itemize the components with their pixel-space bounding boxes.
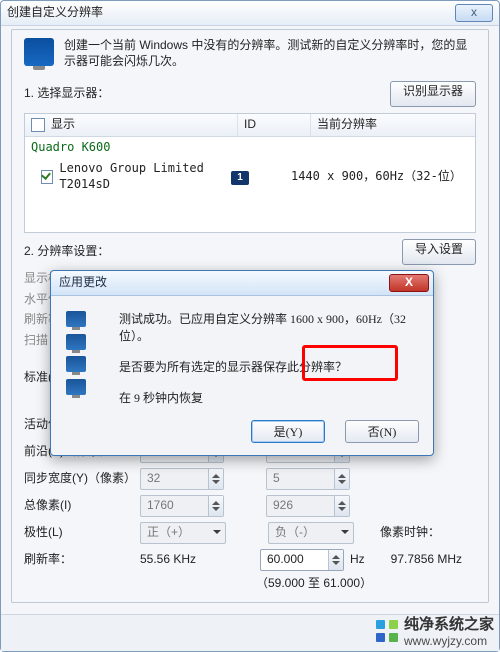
refresh2-label: 刷新率： [24,552,134,568]
refresh-range: （59.000 至 61.000） [256,576,372,592]
watermark: 纯净系统之家 www.wyjzy.com [376,613,494,648]
row-checkbox[interactable] [41,170,53,184]
monitor-id-badge: 1 [231,171,249,185]
sync-v-stepper[interactable]: 5 [266,468,350,490]
watermark-url: www.wyjzy.com [404,634,494,648]
hz-unit: Hz [350,552,365,568]
watermark-name: 纯净系统之家 [404,613,494,634]
window-title: 创建自定义分辨率 [7,5,455,21]
section2-header: 2. 分辨率设置： 导入设置 [24,239,476,265]
sync-h-stepper[interactable]: 32 [140,468,224,490]
dialog-close-icon[interactable]: X [389,274,429,292]
dialog-line1: 测试成功。已应用自定义分辨率 1600 x 900，60Hz（32 位）。 [119,310,419,344]
display-table: 显示 ID 当前分辨率 Quadro K600 Lenovo Group Lim… [24,113,476,233]
col-res: 当前分辨率 [311,114,475,136]
dialog-countdown: 在 9 秒钟内恢复 [119,389,419,406]
no-button[interactable]: 否(N) [345,420,419,443]
polarity-v-select[interactable]: 负（-） [268,522,354,544]
total-h-stepper[interactable]: 1760 [140,495,224,517]
header-checkbox[interactable] [31,118,45,132]
col-id: ID [238,114,311,136]
table-header: 显示 ID 当前分辨率 [25,114,475,137]
dialog-title: 应用更改 [59,275,389,291]
apply-changes-dialog: 应用更改 X 测试成功。已应用自定义分辨率 1600 x 900，60Hz（32… [50,270,434,456]
total-label: 总像素(I) [24,498,134,514]
intro-block: 创建一个当前 Windows 中没有的分辨率。测试新的自定义分辨率时，您的显示器… [24,38,476,69]
watermark-logo-icon [376,620,398,642]
monitor-name: Lenovo Group Limited T2014sD [59,161,231,192]
polarity-h-select[interactable]: 正（+） [140,522,226,544]
section1-label: 1. 选择显示器： [24,86,109,102]
import-settings-button[interactable]: 导入设置 [402,239,476,265]
dialog-line2: 是否要为所有选定的显示器保存此分辨率？ [119,358,419,375]
polarity-label: 极性(L) [24,525,134,541]
refresh-v-stepper[interactable]: 60.000 [260,549,344,571]
col-display: 显示 [51,117,75,131]
table-row[interactable]: Lenovo Group Limited T2014sD 1 1440 x 90… [25,158,475,195]
close-icon[interactable]: x [455,4,493,22]
identify-display-button[interactable]: 识别显示器 [390,81,476,107]
pixel-clock-value: 97.7856 MHz [391,552,462,568]
device-row: Quadro K600 [25,137,475,159]
intro-text: 创建一个当前 Windows 中没有的分辨率。测试新的自定义分辨率时，您的显示器… [64,38,476,69]
monitor-resolution: 1440 x 900，60Hz（32-位） [291,169,469,185]
monitor-icon [24,38,54,66]
titlebar: 创建自定义分辨率 x [1,1,499,26]
device-name: Quadro K600 [31,140,110,156]
refresh-h-value: 55.56 KHz [140,552,218,568]
dialog-titlebar: 应用更改 X [51,271,433,296]
total-v-stepper[interactable]: 926 [266,495,350,517]
section2-label: 2. 分辨率设置： [24,244,109,260]
dialog-icon [65,310,107,447]
section1-header: 1. 选择显示器： 识别显示器 [24,81,476,107]
yes-button[interactable]: 是(Y) [251,420,325,443]
sync-label: 同步宽度(Y)（像素） [24,471,134,487]
pixel-clock-label: 像素时钟： [380,525,440,541]
